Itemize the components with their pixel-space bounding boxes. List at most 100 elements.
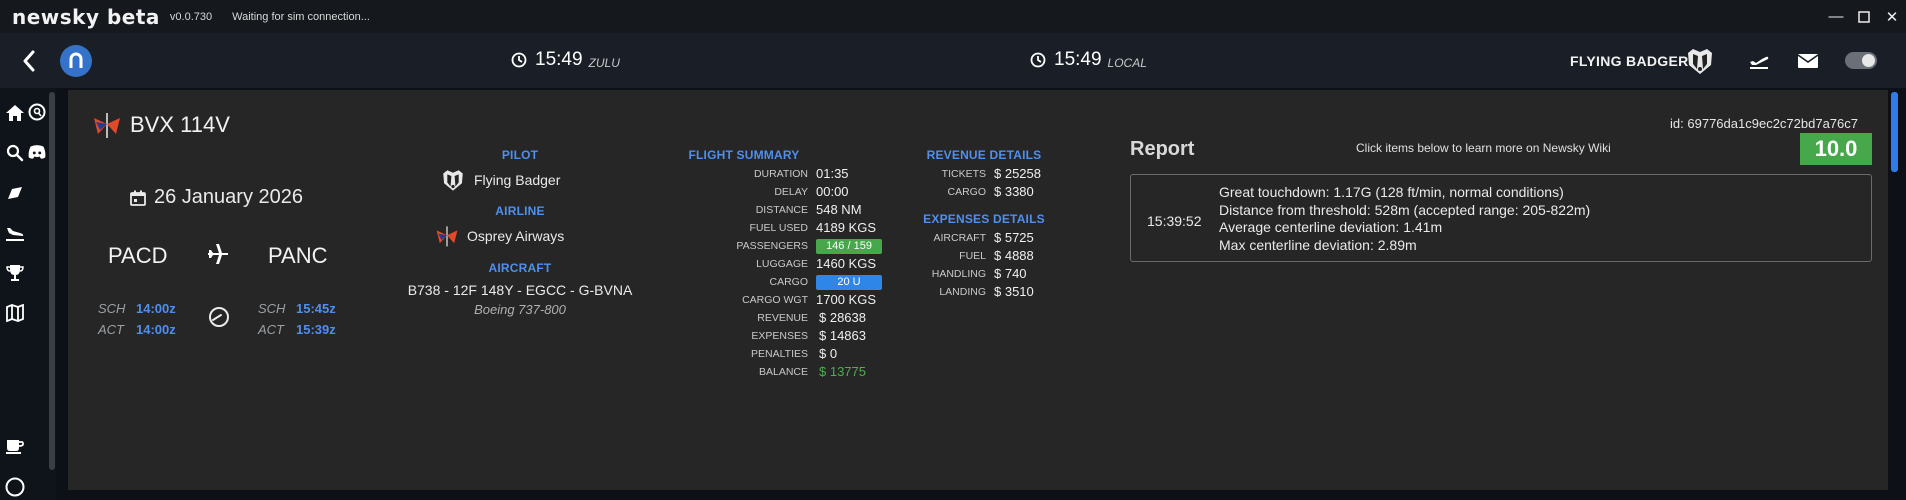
summary-value: 01:35 [816, 166, 849, 181]
expenses-row: LANDING $ 3510 [928, 283, 1034, 301]
summary-value: 1700 KGS [816, 292, 876, 307]
sidebar-item-map[interactable] [4, 302, 26, 324]
aircraft-registration: B738 - 12F 148Y - EGCC - G-BVNA [407, 282, 633, 298]
passengers-badge: 146 / 159 [816, 238, 882, 254]
expenses-value: $ 4888 [994, 248, 1034, 263]
report-line[interactable]: Distance from threshold: 528m (accepted … [1219, 202, 1590, 220]
expenses-label: FUEL [959, 250, 986, 262]
help-icon [5, 477, 25, 497]
report-hint: Click items below to learn more on Newsk… [1356, 141, 1611, 155]
report-line[interactable]: Average centerline deviation: 1.41m [1219, 219, 1590, 237]
departure-icao[interactable]: PACD [108, 243, 168, 269]
summary-label: DURATION [753, 168, 808, 180]
title-bar: newsky beta v0.0.730 Waiting for sim con… [0, 0, 1906, 33]
report-entry-lines: Great touchdown: 1.17G (128 ft/min, norm… [1219, 184, 1590, 254]
landing-icon [6, 228, 24, 241]
sidebar-item-coffee[interactable] [4, 435, 26, 457]
app-logo-text: newsky beta [12, 4, 160, 29]
close-icon[interactable]: ✕ [1878, 0, 1906, 33]
zulu-clock: 15:49 ZULU [511, 49, 620, 71]
summary-label: DELAY [774, 186, 808, 198]
aircraft-info[interactable]: B738 - 12F 148Y - EGCC - G-BVNA Boeing 7… [380, 282, 660, 317]
clock-icon [511, 52, 527, 68]
minimize-icon[interactable]: — [1822, 0, 1850, 33]
summary-row: CARGO 20 U [680, 273, 882, 291]
expenses-table: AIRCRAFT $ 5725 FUEL $ 4888 HANDLING $ 740 LAN… [928, 229, 1034, 301]
avatar[interactable] [1684, 45, 1716, 77]
airplane-takeoff-icon [1750, 56, 1769, 69]
summary-row: REVENUE $ 28638 [680, 309, 882, 327]
report-entry-time: 15:39:52 [1147, 213, 1202, 229]
newsky-logo[interactable] [60, 45, 92, 77]
summary-value: 548 NM [816, 202, 862, 217]
theme-toggle[interactable] [1845, 52, 1877, 69]
arrival-sch-time: 15:45z [296, 301, 336, 316]
report-line[interactable]: Great touchdown: 1.17G (128 ft/min, norm… [1219, 184, 1590, 202]
calendar-icon [130, 190, 146, 206]
coffee-icon [6, 440, 24, 454]
expenses-value: $ 740 [994, 266, 1027, 281]
expenses-row: HANDLING $ 740 [928, 265, 1034, 283]
pilot-name: Flying Badger [474, 172, 561, 188]
sidebar-item-landings[interactable] [4, 222, 26, 244]
osprey-logo-icon [94, 113, 120, 138]
summary-row: FUEL USED 4189 KGS [680, 219, 882, 237]
maximize-icon[interactable] [1850, 0, 1878, 33]
summary-row: LUGGAGE 1460 KGS [680, 255, 882, 273]
sidebar-scrollbar[interactable] [49, 92, 55, 470]
sidebar-item-discord[interactable] [27, 142, 47, 162]
chevron-left-icon [23, 50, 35, 72]
summary-row: CARGO WGT 1700 KGS [680, 291, 882, 309]
airplane-icon [208, 244, 228, 264]
flights-button[interactable] [1746, 49, 1772, 73]
sidebar [0, 88, 56, 500]
sidebar-item-tags[interactable] [4, 183, 26, 205]
date-text: 26 January 2026 [154, 186, 304, 208]
sch-label: SCH [258, 301, 286, 316]
act-label: ACT [98, 322, 124, 337]
expenses-heading: EXPENSES DETAILS [923, 212, 1045, 226]
map-search-icon [28, 103, 46, 121]
flight-header: BVX 114V [92, 110, 230, 140]
sidebar-item-help[interactable] [4, 476, 26, 498]
discord-icon [28, 145, 46, 159]
summary-row: PENALTIES $ 0 [680, 345, 882, 363]
expenses-value: $ 5725 [994, 230, 1034, 245]
summary-label: PASSENGERS [736, 240, 808, 252]
sch-label: SCH [98, 301, 126, 316]
trophy-icon [6, 265, 24, 281]
messages-button[interactable] [1795, 49, 1821, 73]
flight-summary-heading: FLIGHT SUMMARY [688, 148, 800, 162]
pilot-heading: PILOT [501, 148, 539, 162]
local-label: LOCAL [1107, 55, 1147, 70]
summary-label: FUEL USED [749, 222, 808, 234]
sidebar-item-home[interactable] [4, 102, 26, 124]
main-scrollbar[interactable] [1891, 92, 1898, 172]
expenses-label: HANDLING [931, 268, 986, 280]
arrival-act-time: 15:39z [296, 322, 336, 337]
username[interactable]: FLYING BADGER [1570, 53, 1689, 69]
summary-row: DELAY 00:00 [680, 183, 882, 201]
gauge-icon [209, 307, 229, 327]
clock-icon [1030, 52, 1046, 68]
sidebar-item-trophies[interactable] [4, 262, 26, 284]
cargo-badge: 20 U [816, 274, 882, 290]
airline-row[interactable]: Osprey Airways [435, 224, 564, 248]
back-button[interactable] [16, 46, 42, 76]
summary-value: $ 14863 [819, 328, 866, 343]
report-line[interactable]: Max centerline deviation: 2.89m [1219, 237, 1590, 255]
expenses-value: $ 3510 [994, 284, 1034, 299]
airline-name: Osprey Airways [467, 228, 565, 244]
arrival-sch-row: SCH 15:45z [258, 298, 336, 319]
summary-label: BALANCE [758, 366, 808, 378]
report-entry[interactable]: 15:39:52 Great touchdown: 1.17G (128 ft/… [1130, 174, 1872, 262]
arrival-icao[interactable]: PANC [268, 243, 328, 269]
sidebar-item-search[interactable] [4, 142, 26, 164]
summary-row: BALANCE $ 13775 [680, 363, 882, 381]
sidebar-item-map-search[interactable] [27, 102, 47, 122]
pilot-row[interactable]: Flying Badger [440, 167, 560, 193]
expenses-label: LANDING [939, 286, 986, 298]
toggle-knob [1862, 54, 1875, 67]
summary-row: DURATION 01:35 [680, 165, 882, 183]
app-version: v0.0.730 [169, 10, 213, 23]
